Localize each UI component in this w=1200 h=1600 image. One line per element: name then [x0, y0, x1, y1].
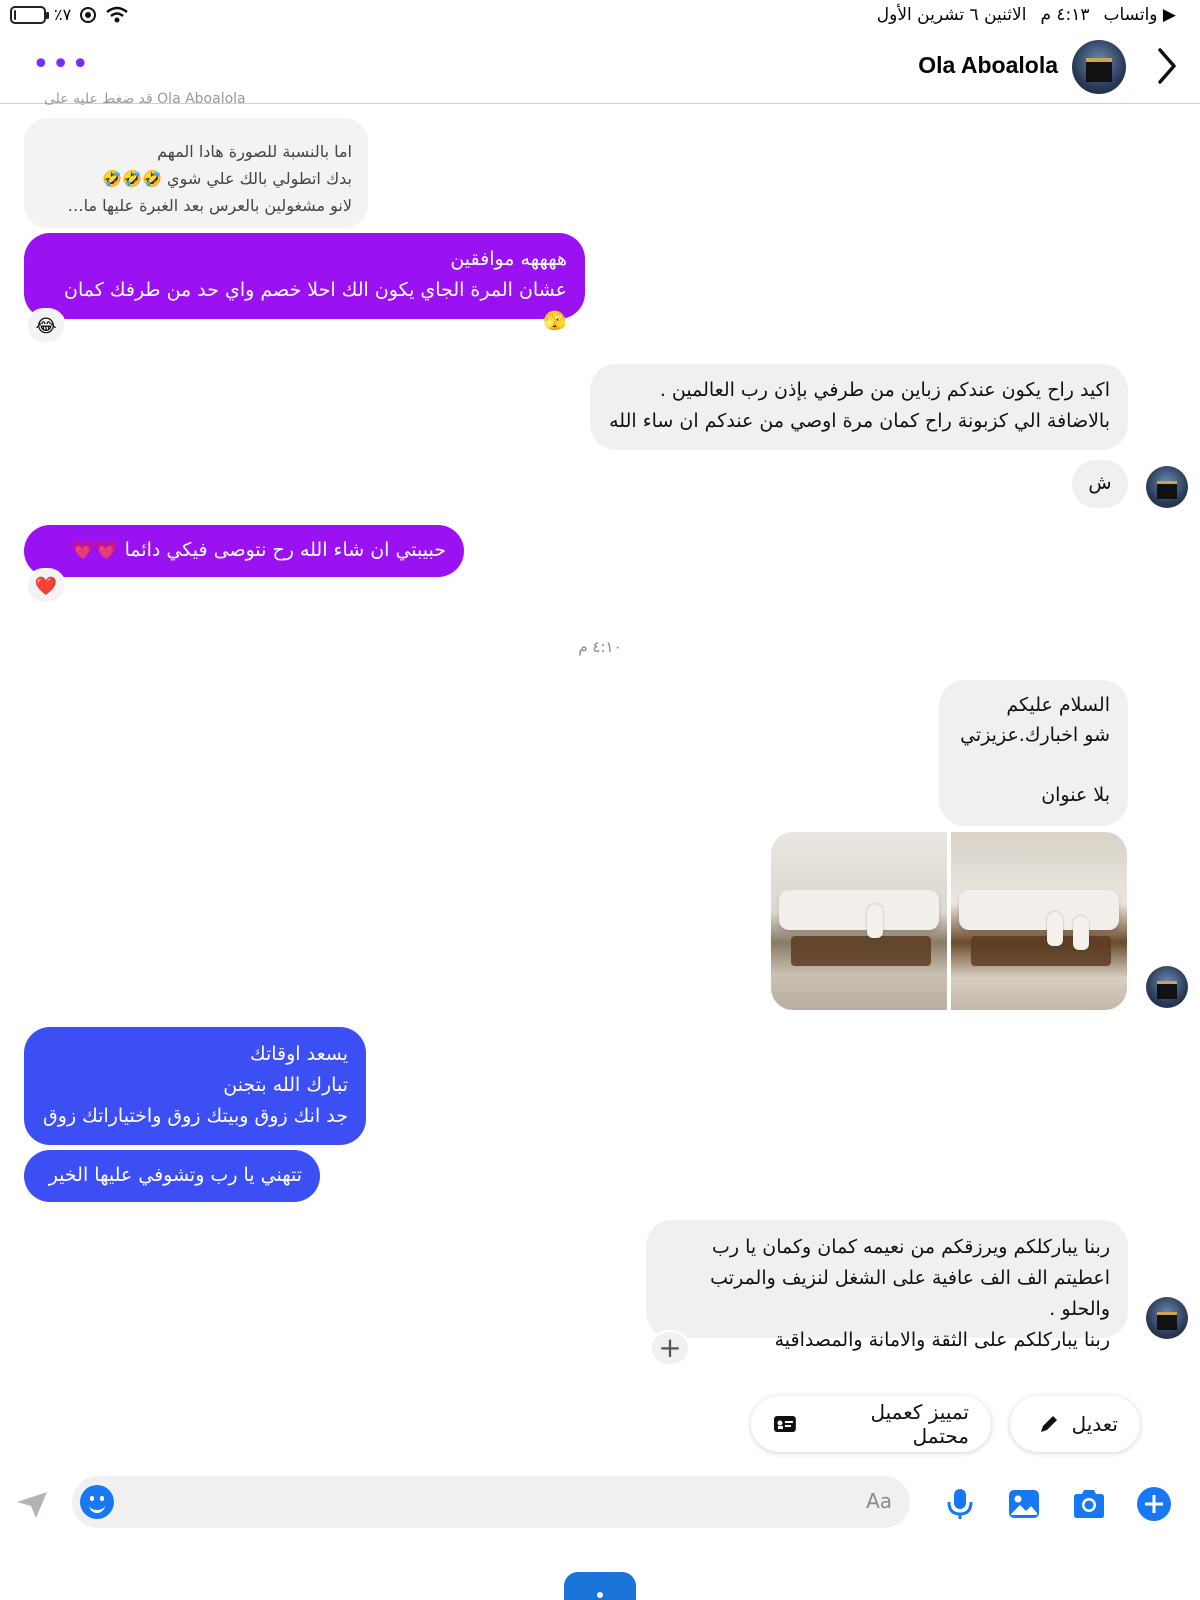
plus-icon[interactable]: [1136, 1486, 1172, 1522]
chevron-icon[interactable]: [1154, 46, 1180, 95]
message-reaction[interactable]: ❤️: [26, 568, 66, 604]
add-reaction-icon[interactable]: +: [650, 1330, 690, 1366]
carrier-label: ▶ واتساب: [1103, 5, 1177, 25]
camera-icon[interactable]: [1071, 1486, 1107, 1522]
status-time: ٤:١٣ م: [1040, 5, 1090, 25]
message-bubble-sent[interactable]: ربنا يباركلكم ويرزقكم من نعيمه كمان وكما…: [646, 1220, 1128, 1351]
replied-message-preview[interactable]: اما بالنسبة للصورة هادا المهم بدك اتطولي…: [24, 118, 368, 228]
focus-icon: [80, 6, 97, 23]
status-date: الاثنين ٦ تشرين الأول: [876, 5, 1027, 25]
message-composer: Aa: [0, 1476, 1200, 1532]
status-left: ٪٧: [10, 5, 129, 24]
message-bubble-received[interactable]: حبيبتي ان شاء الله رح نتوصى فيكي دائما 💗…: [24, 525, 464, 577]
message-reaction[interactable]: 😂: [26, 308, 66, 344]
message-input[interactable]: Aa: [72, 1476, 910, 1528]
contact-card-icon: [773, 1416, 796, 1432]
home-indicator-button[interactable]: [564, 1572, 636, 1600]
wifi-icon: [106, 6, 128, 22]
sender-avatar: [1146, 966, 1188, 1008]
status-bar: ▶ واتساب ٤:١٣ م الاثنين ٦ تشرين الأول ٪٧: [0, 0, 1200, 32]
sender-avatar: [1146, 1297, 1188, 1339]
message-bubble-received[interactable]: ههههه موافقين عشان المرة الجاي يكون الك …: [24, 233, 585, 332]
input-placeholder: Aa: [866, 1489, 892, 1513]
message-bubble-sent[interactable]: السلام عليكم شو اخبارك.عزيزتي بلا عنوان: [939, 680, 1128, 826]
pencil-icon: [1040, 1416, 1057, 1432]
edit-button[interactable]: تعديل: [1010, 1396, 1140, 1452]
message-bubble-received[interactable]: تتهني يا رب وتشوفي عليها الخير: [24, 1150, 320, 1202]
chip-label: تمييز كعميل محتمل: [870, 1400, 969, 1448]
send-icon[interactable]: [14, 1486, 50, 1522]
contact-name[interactable]: Ola Aboalola: [918, 52, 1058, 79]
message-bubble-sent[interactable]: ش: [1072, 460, 1128, 508]
shared-photo[interactable]: [771, 832, 947, 1010]
sender-avatar: [1146, 466, 1188, 508]
battery-icon: [10, 5, 49, 24]
emoji-icon[interactable]: [80, 1485, 114, 1519]
gallery-icon[interactable]: [1006, 1486, 1042, 1522]
more-dots-icon[interactable]: •••: [32, 50, 91, 80]
microphone-icon[interactable]: [942, 1486, 978, 1522]
status-right: ▶ واتساب ٤:١٣ م الاثنين ٦ تشرين الأول: [877, 5, 1176, 25]
mark-lead-button[interactable]: تمييز كعميل محتمل: [751, 1396, 991, 1452]
message-bubble-received[interactable]: يسعد اوقاتك تبارك الله بتجنن جد انك زوق …: [24, 1027, 366, 1145]
shared-photo[interactable]: [951, 832, 1127, 1010]
battery-percent: ٪٧: [54, 5, 72, 24]
reply-reference: قد ضغط عليه على Ola Aboalola: [44, 92, 246, 106]
contact-avatar[interactable]: [1072, 40, 1126, 94]
message-bubble-sent[interactable]: اكيد راح يكون عندكم زباين من طرفي بإذن ر…: [590, 364, 1128, 450]
message-timestamp: ٤:١٠ م: [578, 638, 622, 656]
chip-label: تعديل: [1071, 1412, 1118, 1436]
